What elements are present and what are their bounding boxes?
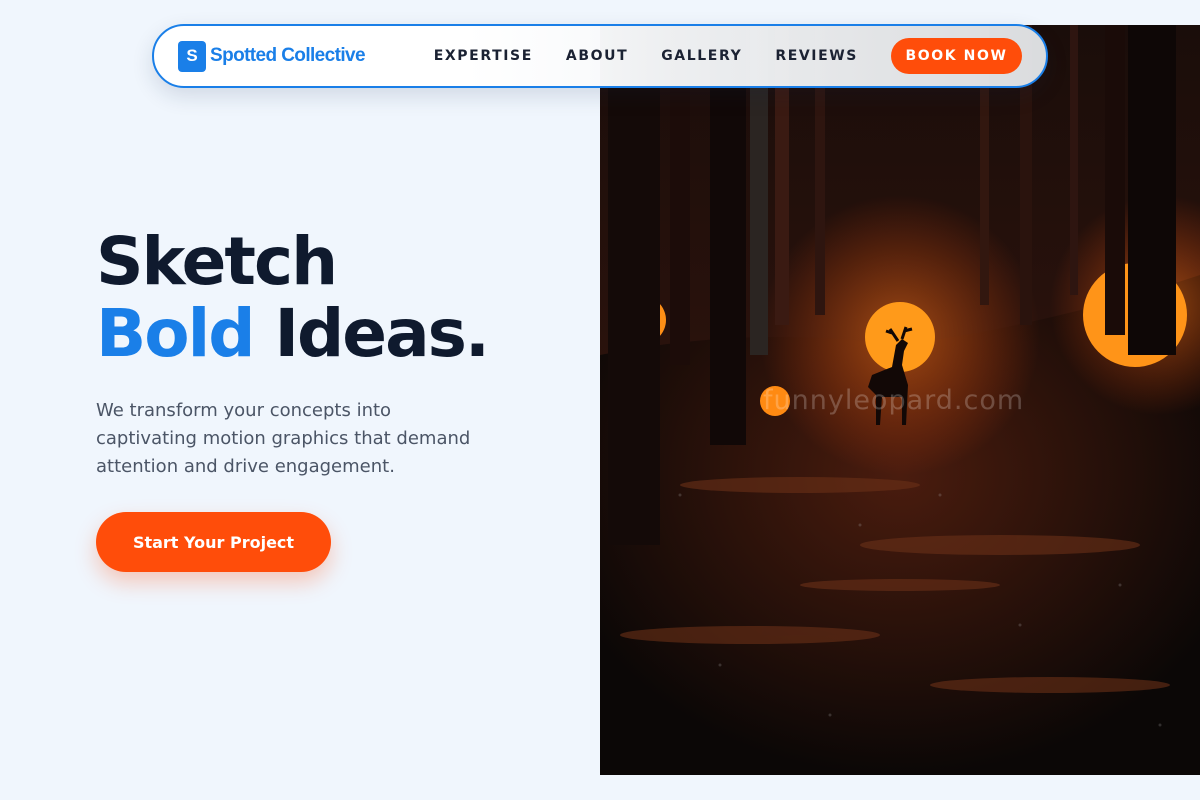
- nav-link-reviews[interactable]: REVIEWS: [775, 48, 858, 64]
- watermark-text: funnyleopard.com: [763, 385, 1025, 416]
- hero-title: Sketch Bold Ideas.: [96, 223, 490, 372]
- brand[interactable]: S Spotted Collective: [178, 40, 366, 72]
- hero-description: We transform your concepts into captivat…: [96, 400, 471, 477]
- hero-title-line1: Sketch: [96, 223, 338, 300]
- main-navbar: S Spotted Collective EXPERTISE ABOUT GAL…: [152, 24, 1048, 88]
- book-now-button[interactable]: BOOK NOW: [891, 38, 1022, 74]
- hero-title-accent: Bold: [96, 295, 256, 372]
- nav-link-expertise[interactable]: EXPERTISE: [434, 48, 533, 64]
- brand-logo-icon: S: [178, 40, 206, 72]
- hero-title-rest: Ideas.: [274, 295, 490, 372]
- start-project-button[interactable]: Start Your Project: [96, 512, 331, 572]
- nav-link-about[interactable]: ABOUT: [566, 48, 628, 64]
- brand-name: Spotted Collective: [210, 45, 366, 66]
- nav-links: EXPERTISE ABOUT GALLERY REVIEWS BOOK NOW: [434, 38, 1022, 74]
- hero-image: funnyleopard.com: [600, 25, 1200, 775]
- nav-link-gallery[interactable]: GALLERY: [661, 48, 742, 64]
